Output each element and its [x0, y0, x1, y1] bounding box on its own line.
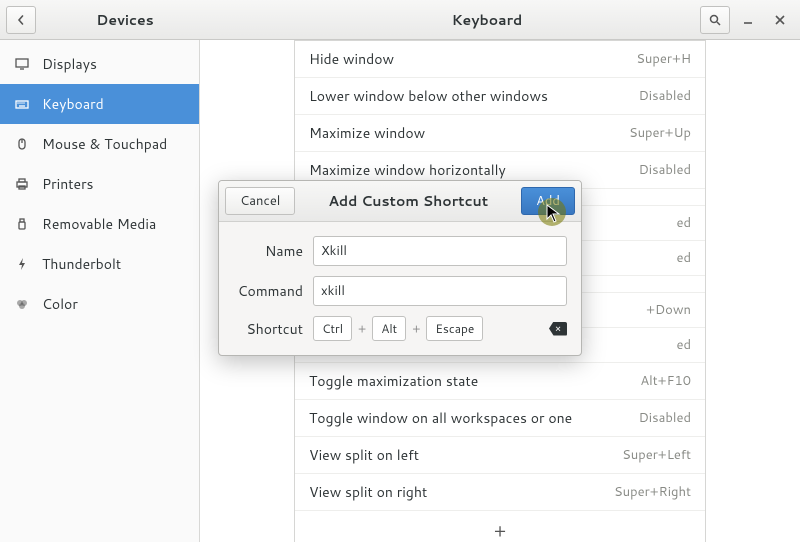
plus-icon: +	[358, 320, 366, 337]
cancel-button[interactable]: Cancel	[225, 187, 295, 215]
bolt-icon	[14, 256, 30, 272]
sidebar-item-color[interactable]: Color	[0, 284, 199, 324]
keycap-escape: Escape	[426, 316, 483, 341]
shortcut-row[interactable]: View split on rightSuper+Right	[295, 474, 705, 511]
display-icon	[14, 56, 30, 72]
keycap-ctrl: Ctrl	[313, 316, 352, 341]
sidebar-item-label: Displays	[42, 54, 97, 74]
search-button[interactable]	[700, 6, 730, 34]
keycap-alt: Alt	[372, 316, 406, 341]
sidebar-item-label: Color	[42, 294, 78, 314]
shortcut-row[interactable]: Toggle maximization stateAlt+F10	[295, 363, 705, 400]
sidebar-item-label: Thunderbolt	[42, 254, 121, 274]
sidebar: Displays Keyboard Mouse & Touchpad Print…	[0, 40, 200, 542]
shortcut-row[interactable]: Hide windowSuper+H	[295, 41, 705, 78]
name-input[interactable]	[313, 236, 567, 266]
sidebar-item-label: Removable Media	[42, 214, 156, 234]
sidebar-item-removable[interactable]: Removable Media	[0, 204, 199, 244]
sidebar-item-printers[interactable]: Printers	[0, 164, 199, 204]
sidebar-item-displays[interactable]: Displays	[0, 44, 199, 84]
shortcut-row[interactable]: Toggle window on all workspaces or oneDi…	[295, 400, 705, 437]
dialog-title: Add Custom Shortcut	[328, 191, 488, 211]
name-label: Name	[233, 241, 303, 261]
clear-shortcut-button[interactable]: ×	[549, 322, 567, 336]
close-button[interactable]	[766, 6, 794, 34]
color-icon	[14, 296, 30, 312]
mouse-icon	[14, 136, 30, 152]
keyboard-icon	[14, 96, 30, 112]
sidebar-item-thunderbolt[interactable]: Thunderbolt	[0, 244, 199, 284]
shortcut-row[interactable]: Maximize windowSuper+Up	[295, 115, 705, 152]
add-custom-shortcut-dialog: Cancel Add Custom Shortcut Add Name Comm…	[218, 180, 582, 356]
command-input[interactable]	[313, 276, 567, 306]
sidebar-item-keyboard[interactable]: Keyboard	[0, 84, 199, 124]
header-bar: Devices Keyboard	[0, 0, 800, 40]
page-title: Keyboard	[280, 10, 694, 30]
add-shortcut-button[interactable]: +	[295, 511, 705, 542]
shortcut-row[interactable]: View split on leftSuper+Left	[295, 437, 705, 474]
usb-icon	[14, 216, 30, 232]
printer-icon	[14, 176, 30, 192]
minimize-button[interactable]	[734, 6, 762, 34]
sidebar-item-mouse[interactable]: Mouse & Touchpad	[0, 124, 199, 164]
shortcut-label: Shortcut	[233, 319, 303, 339]
command-label: Command	[233, 281, 303, 301]
add-button[interactable]: Add	[521, 187, 575, 215]
sidebar-item-label: Mouse & Touchpad	[42, 134, 167, 154]
plus-icon: +	[412, 320, 420, 337]
devices-title: Devices	[6, 10, 244, 30]
shortcut-row[interactable]: Lower window below other windowsDisabled	[295, 78, 705, 115]
sidebar-item-label: Keyboard	[42, 94, 104, 114]
sidebar-item-label: Printers	[42, 174, 94, 194]
